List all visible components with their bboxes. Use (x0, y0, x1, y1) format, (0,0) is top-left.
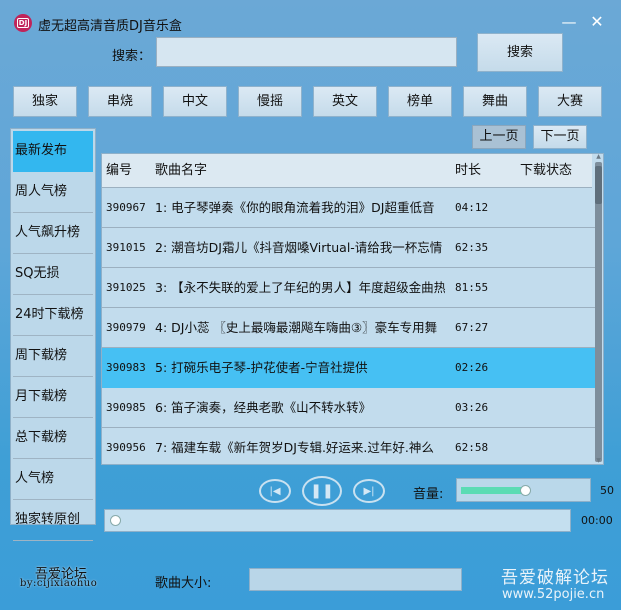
song-id: 390979 (106, 321, 146, 334)
volume-fill (461, 487, 525, 494)
table-scrollbar[interactable] (595, 162, 602, 462)
next-track-button[interactable]: ▶| (353, 479, 385, 503)
column-header-name[interactable]: 歌曲名字 (155, 154, 207, 187)
song-id: 390983 (106, 361, 146, 374)
column-header-status[interactable]: 下载状态 (520, 154, 572, 187)
table-row-selected[interactable]: 390983 5: 打碗乐电子琴-护花使者-宁音社提供 02:26 (102, 348, 600, 388)
sidebar-item-rising[interactable]: 人气飙升榜 (13, 213, 93, 254)
scrollbar-thumb[interactable] (595, 166, 602, 204)
table-row[interactable]: 390967 1: 电子琴弹奏《你的眼角流着我的泪》DJ超重低音 04:12 (102, 188, 600, 228)
author-credit: by:cijixiaohuo (20, 578, 98, 589)
song-id: 390967 (106, 201, 146, 214)
category-button-slow-rock[interactable]: 慢摇 (238, 86, 302, 117)
volume-slider[interactable] (456, 478, 591, 502)
song-name: 4: DJ小蕊 〖史上最嗨最潮飚车嗨曲③〗豪车专用舞 (155, 320, 438, 335)
volume-value: 50 (600, 484, 614, 497)
table-row[interactable]: 391025 3: 【永不失联的爱上了年纪的男人】年度超级金曲热 81:55 (102, 268, 600, 308)
song-name: 1: 电子琴弹奏《你的眼角流着我的泪》DJ超重低音 (155, 200, 435, 215)
song-duration: 67:27 (455, 321, 489, 334)
playback-time: 00:00 (581, 514, 613, 527)
skip-previous-icon: |◀ (269, 485, 281, 497)
category-button-dance[interactable]: 舞曲 (463, 86, 527, 117)
song-id: 391015 (106, 241, 146, 254)
volume-label: 音量: (413, 487, 444, 502)
category-button-english[interactable]: 英文 (313, 86, 377, 117)
table-header: 编号 歌曲名字 时长 下载状态 (102, 154, 592, 188)
column-header-duration[interactable]: 时长 (455, 154, 481, 187)
app-logo-icon: DJ (14, 14, 32, 32)
song-size-label: 歌曲大小: (155, 576, 212, 591)
chart-sidebar: 最新发布 周人气榜 人气飙升榜 SQ无损 24时下载榜 周下载榜 月下载榜 总下… (10, 128, 96, 541)
sidebar-item-weekly-downloads[interactable]: 周下载榜 (13, 336, 93, 377)
song-name: 6: 笛子演奏，经典老歌《山不转水转》 (155, 400, 372, 415)
table-row[interactable]: 391015 2: 潮音坊DJ霜儿《抖音烟嗓Virtual-请给我一杯忘情 62… (102, 228, 600, 268)
volume-knob[interactable] (520, 485, 531, 496)
pause-button[interactable]: ❚❚ (302, 476, 342, 506)
song-table: 编号 歌曲名字 时长 下载状态 390967 1: 电子琴弹奏《你的眼角流着我的… (101, 153, 604, 465)
category-button-charts[interactable]: 榜单 (388, 86, 452, 117)
song-name: 2: 潮音坊DJ霜儿《抖音烟嗓Virtual-请给我一杯忘情 (155, 240, 443, 255)
song-name: 7: 福建车载《新年贺岁DJ专辑.好运来.过年好.神么 (155, 440, 434, 455)
sidebar-item-total-downloads[interactable]: 总下载榜 (13, 418, 93, 459)
scroll-down-arrow-icon[interactable]: ▼ (594, 458, 603, 464)
song-id: 391025 (106, 281, 146, 294)
song-duration: 62:58 (455, 441, 489, 454)
sidebar-item-exclusive-original[interactable]: 独家转原创 (13, 500, 93, 541)
song-duration: 03:26 (455, 401, 489, 414)
window-title: 虚无超高清音质DJ音乐盒 (38, 19, 182, 34)
sidebar-item-popular[interactable]: 人气榜 (13, 459, 93, 500)
song-size-field (249, 568, 462, 591)
sidebar-item-sq-lossless[interactable]: SQ无损 (13, 254, 93, 295)
song-name: 3: 【永不失联的爱上了年纪的男人】年度超级金曲热 (155, 280, 445, 295)
progress-knob[interactable] (110, 515, 121, 526)
search-button[interactable]: 搜索 (477, 33, 563, 72)
category-button-exclusive[interactable]: 独家 (13, 86, 77, 117)
song-id: 390956 (106, 441, 146, 454)
close-button[interactable]: ✕ (588, 12, 606, 32)
song-id: 390985 (106, 401, 146, 414)
previous-track-button[interactable]: |◀ (259, 479, 291, 503)
minimize-button[interactable]: — (560, 12, 578, 32)
category-button-contest[interactable]: 大赛 (538, 86, 602, 117)
search-input[interactable] (156, 37, 457, 67)
song-duration: 04:12 (455, 201, 489, 214)
table-row[interactable]: 390979 4: DJ小蕊 〖史上最嗨最潮飚车嗨曲③〗豪车专用舞 67:27 (102, 308, 600, 348)
next-page-button[interactable]: 下一页 (533, 125, 587, 149)
scroll-up-arrow-icon[interactable]: ▲ (594, 154, 603, 160)
song-name: 5: 打碗乐电子琴-护花使者-宁音社提供 (155, 360, 368, 375)
song-duration: 81:55 (455, 281, 489, 294)
search-label: 搜索： (112, 49, 152, 64)
sidebar-item-monthly-downloads[interactable]: 月下载榜 (13, 377, 93, 418)
prev-page-button[interactable]: 上一页 (472, 125, 526, 149)
song-duration: 62:35 (455, 241, 489, 254)
skip-next-icon: ▶| (363, 485, 375, 497)
column-header-id[interactable]: 编号 (106, 154, 132, 187)
table-row[interactable]: 390956 7: 福建车载《新年贺岁DJ专辑.好运来.过年好.神么 62:58 (102, 428, 600, 464)
sidebar-item-latest[interactable]: 最新发布 (13, 131, 93, 172)
pause-icon: ❚❚ (310, 483, 334, 499)
brand-watermark: 吾爱破解论坛 (501, 568, 609, 588)
table-row[interactable]: 390985 6: 笛子演奏，经典老歌《山不转水转》 03:26 (102, 388, 600, 428)
playback-progress-slider[interactable] (104, 509, 571, 532)
sidebar-item-weekly-popular[interactable]: 周人气榜 (13, 172, 93, 213)
brand-url: www.52pojie.cn (502, 587, 605, 602)
category-button-chinese[interactable]: 中文 (163, 86, 227, 117)
sidebar-item-24h-downloads[interactable]: 24时下载榜 (13, 295, 93, 336)
song-duration: 02:26 (455, 361, 489, 374)
category-button-medley[interactable]: 串烧 (88, 86, 152, 117)
